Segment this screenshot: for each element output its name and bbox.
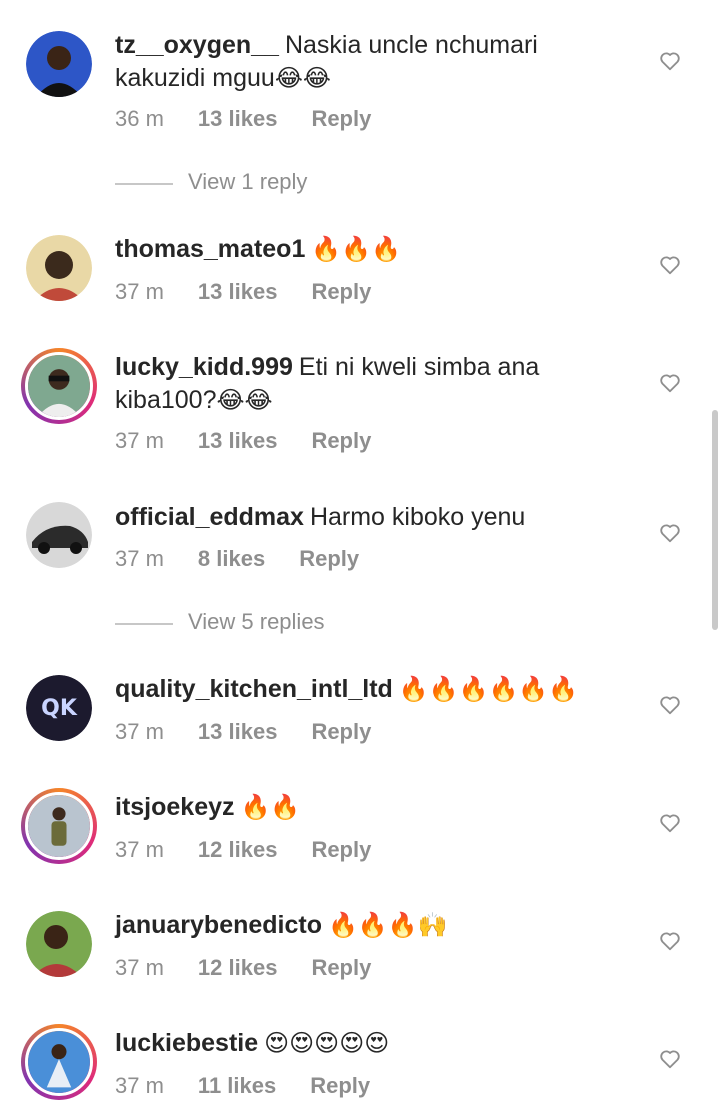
username[interactable]: thomas_mateo1 <box>115 235 305 263</box>
comment-emoji: 😂😂 <box>274 64 331 92</box>
reply-button[interactable]: Reply <box>310 1073 370 1099</box>
view-replies-label: View 5 replies <box>188 609 325 634</box>
heart-outline-icon[interactable] <box>659 1048 681 1070</box>
avatar[interactable]: QK <box>26 675 92 741</box>
timestamp: 37 m <box>115 1073 164 1098</box>
heart-outline-icon[interactable] <box>659 254 681 276</box>
username[interactable]: itsjoekeyz <box>115 793 235 821</box>
username[interactable]: quality_kitchen_intl_ltd <box>115 675 393 703</box>
comment-meta: 37 m 13 likes Reply <box>115 428 405 454</box>
username[interactable]: official_eddmax <box>115 503 304 531</box>
likes-count[interactable]: 12 likes <box>198 837 278 863</box>
avatar-image <box>25 792 93 860</box>
username[interactable]: januarybenedicto <box>115 911 322 939</box>
comment-text: thomas_mateo1 🔥🔥🔥 <box>115 233 635 266</box>
timestamp: 37 m <box>115 279 164 304</box>
comment-emoji: 🔥🔥🔥 <box>311 235 402 263</box>
likes-count[interactable]: 13 likes <box>198 719 278 745</box>
avatar[interactable] <box>26 31 92 97</box>
likes-count[interactable]: 11 likes <box>198 1073 276 1099</box>
comment-meta: 36 m 13 likes Reply <box>115 106 405 132</box>
avatar-image <box>26 31 92 97</box>
likes-count[interactable]: 13 likes <box>198 106 278 132</box>
timestamp: 37 m <box>115 719 164 744</box>
avatar[interactable] <box>21 788 97 864</box>
timestamp: 37 m <box>115 955 164 980</box>
reply-button[interactable]: Reply <box>311 719 371 745</box>
avatar[interactable] <box>21 1024 97 1100</box>
likes-count[interactable]: 13 likes <box>198 279 278 305</box>
likes-count[interactable]: 8 likes <box>198 546 265 572</box>
comment-emoji: 🔥🔥🔥🔥🔥🔥 <box>398 675 579 703</box>
heart-outline-icon[interactable] <box>659 50 681 72</box>
view-replies-label: View 1 reply <box>188 169 308 194</box>
heart-outline-icon[interactable] <box>659 372 681 394</box>
comment-text: quality_kitchen_intl_ltd 🔥🔥🔥🔥🔥🔥 <box>115 673 635 706</box>
username[interactable]: lucky_kidd.999 <box>115 353 293 381</box>
avatar[interactable] <box>26 911 92 977</box>
comment-text: januarybenedicto 🔥🔥🔥🙌 <box>115 909 635 942</box>
comment-meta: 37 m 13 likes Reply <box>115 279 405 305</box>
comment-text: itsjoekeyz 🔥🔥 <box>115 791 635 824</box>
timestamp: 37 m <box>115 428 164 453</box>
avatar-image <box>25 352 93 420</box>
username[interactable]: luckiebestie <box>115 1029 258 1057</box>
reply-button[interactable]: Reply <box>311 837 371 863</box>
likes-count[interactable]: 13 likes <box>198 428 278 454</box>
comment-meta: 37 m 11 likes Reply <box>115 1073 404 1099</box>
comment-body: Harmo kiboko yenu <box>309 503 526 531</box>
heart-outline-icon[interactable] <box>659 522 681 544</box>
heart-outline-icon[interactable] <box>659 930 681 952</box>
comment-emoji: 🔥🔥🔥🙌 <box>328 911 448 939</box>
likes-count[interactable]: 12 likes <box>198 955 278 981</box>
comment-meta: 37 m 8 likes Reply <box>115 546 393 572</box>
avatar[interactable] <box>21 348 97 424</box>
avatar-image <box>25 1028 93 1096</box>
comment-text: luckiebestie 😍😍😍😍😍 <box>115 1027 635 1060</box>
divider-line <box>115 183 173 185</box>
comment-emoji: 😂😂 <box>216 386 273 414</box>
username[interactable]: tz__oxygen__ <box>115 31 279 59</box>
comment-emoji: 😍😍😍😍😍 <box>264 1029 390 1057</box>
avatar-image <box>26 235 92 301</box>
reply-button[interactable]: Reply <box>311 279 371 305</box>
timestamp: 37 m <box>115 546 164 571</box>
timestamp: 36 m <box>115 106 164 131</box>
svg-text:QK: QK <box>41 696 78 721</box>
comment-text: official_eddmax Harmo kiboko yenu <box>115 501 635 534</box>
timestamp: 37 m <box>115 837 164 862</box>
avatar-image <box>26 502 92 568</box>
avatar[interactable] <box>26 235 92 301</box>
comment-text: tz__oxygen__ Naskia uncle nchumari kakuzi… <box>115 29 635 95</box>
heart-outline-icon[interactable] <box>659 812 681 834</box>
comment-text: lucky_kidd.999 Eti ni kweli simba ana kib… <box>115 351 635 417</box>
scrollbar[interactable] <box>712 410 718 630</box>
divider-line <box>115 623 173 625</box>
reply-button[interactable]: Reply <box>311 955 371 981</box>
comment-meta: 37 m 12 likes Reply <box>115 955 405 981</box>
reply-button[interactable]: Reply <box>311 428 371 454</box>
comment-meta: 37 m 12 likes Reply <box>115 837 405 863</box>
avatar-image <box>26 911 92 977</box>
avatar[interactable] <box>26 502 92 568</box>
heart-outline-icon[interactable] <box>659 694 681 716</box>
reply-button[interactable]: Reply <box>299 546 359 572</box>
comment-emoji: 🔥🔥 <box>240 793 301 821</box>
reply-button[interactable]: Reply <box>311 106 371 132</box>
avatar-image: QK <box>26 675 92 741</box>
comment-meta: 37 m 13 likes Reply <box>115 719 405 745</box>
